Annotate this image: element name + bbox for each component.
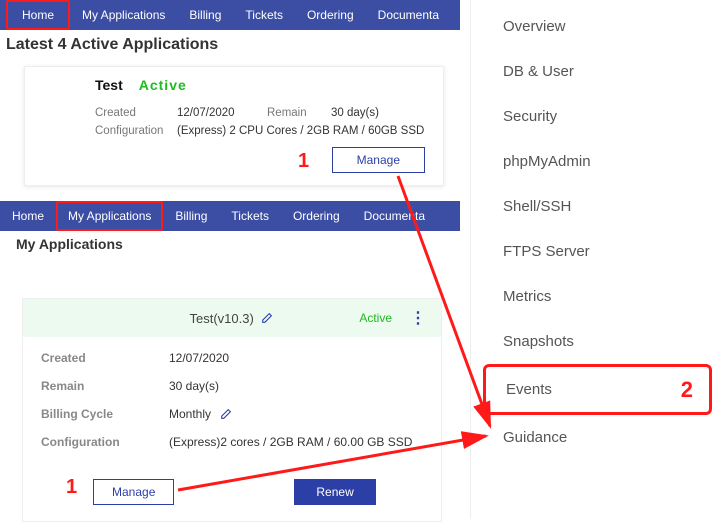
nav-a-tickets[interactable]: Tickets (233, 0, 295, 30)
my-applications-title: My Applications (16, 236, 123, 252)
annotation-1-top: 1 (298, 150, 309, 173)
sidebar-item-guidance[interactable]: Guidance (471, 415, 720, 460)
app-status: Active (139, 77, 187, 93)
config-value-b: (Express)2 cores / 2GB RAM / 60.00 GB SS… (169, 435, 423, 449)
billing-value: Monthly (169, 407, 211, 421)
created-label-b: Created (41, 351, 169, 365)
nav-b-documentation[interactable]: Documenta (352, 201, 437, 231)
edit-icon[interactable] (260, 312, 273, 325)
manage-button-b[interactable]: Manage (93, 479, 174, 505)
config-value: (Express) 2 CPU Cores / 2GB RAM / 60GB S… (177, 125, 411, 137)
sidebar-item-snapshots[interactable]: Snapshots (471, 319, 720, 364)
nav-a-home[interactable]: Home (6, 0, 70, 30)
nav-b-myapps[interactable]: My Applications (56, 201, 163, 231)
created-value: 12/07/2020 (177, 107, 267, 119)
remain-value-b: 30 day(s) (169, 379, 423, 393)
app-name: Test (95, 77, 123, 93)
created-label: Created (95, 107, 177, 119)
nav-a-billing[interactable]: Billing (177, 0, 233, 30)
top-nav-a: Home My Applications Billing Tickets Ord… (0, 0, 460, 30)
billing-label: Billing Cycle (41, 407, 169, 421)
sidebar-item-metrics[interactable]: Metrics (471, 274, 720, 319)
app-card-b: Test(v10.3) Active ⋮ Created 12/07/2020 … (22, 298, 442, 522)
left-composite-region: Home My Applications Billing Tickets Ord… (0, 0, 460, 519)
menu-dots-icon[interactable]: ⋮ (410, 308, 425, 328)
nav-b-ordering[interactable]: Ordering (281, 201, 352, 231)
annotation-1-bottom: 1 (66, 476, 77, 499)
nav-b-billing[interactable]: Billing (163, 201, 219, 231)
nav-b-tickets[interactable]: Tickets (219, 201, 281, 231)
sidebar-item-events[interactable]: Events 2 (483, 364, 712, 415)
billing-edit-icon[interactable] (219, 408, 232, 421)
nav-a-ordering[interactable]: Ordering (295, 0, 366, 30)
created-value-b: 12/07/2020 (169, 351, 423, 365)
top-nav-b: Home My Applications Billing Tickets Ord… (0, 201, 460, 231)
nav-a-documentation[interactable]: Documenta (366, 0, 451, 30)
sidebar-item-overview[interactable]: Overview (471, 4, 720, 49)
remain-value: 30 day(s) (331, 107, 411, 119)
sidebar-item-security[interactable]: Security (471, 94, 720, 139)
nav-b-home[interactable]: Home (0, 201, 56, 231)
nav-a-myapps[interactable]: My Applications (70, 0, 177, 30)
remain-label: Remain (267, 107, 331, 119)
sidebar-item-phpmyadmin[interactable]: phpMyAdmin (471, 139, 720, 184)
sidebar-item-ftps[interactable]: FTPS Server (471, 229, 720, 274)
config-label-b: Configuration (41, 435, 169, 449)
card-b-header: Test(v10.3) Active ⋮ (23, 299, 441, 337)
annotation-2: 2 (681, 377, 693, 403)
sidebar-item-events-label: Events (506, 381, 552, 398)
app-card-a: Test Active Created 12/07/2020 Remain 30… (24, 66, 444, 186)
remain-label-b: Remain (41, 379, 169, 393)
card-b-status: Active (359, 311, 392, 325)
sidebar-item-shellssh[interactable]: Shell/SSH (471, 184, 720, 229)
renew-button[interactable]: Renew (294, 479, 375, 505)
latest-active-title: Latest 4 Active Applications (6, 36, 218, 54)
app-sidebar: Overview DB & User Security phpMyAdmin S… (470, 0, 720, 519)
sidebar-item-dbuser[interactable]: DB & User (471, 49, 720, 94)
manage-button-a[interactable]: Manage (332, 147, 425, 173)
config-label: Configuration (95, 125, 177, 137)
card-b-title: Test(v10.3) (190, 311, 254, 326)
